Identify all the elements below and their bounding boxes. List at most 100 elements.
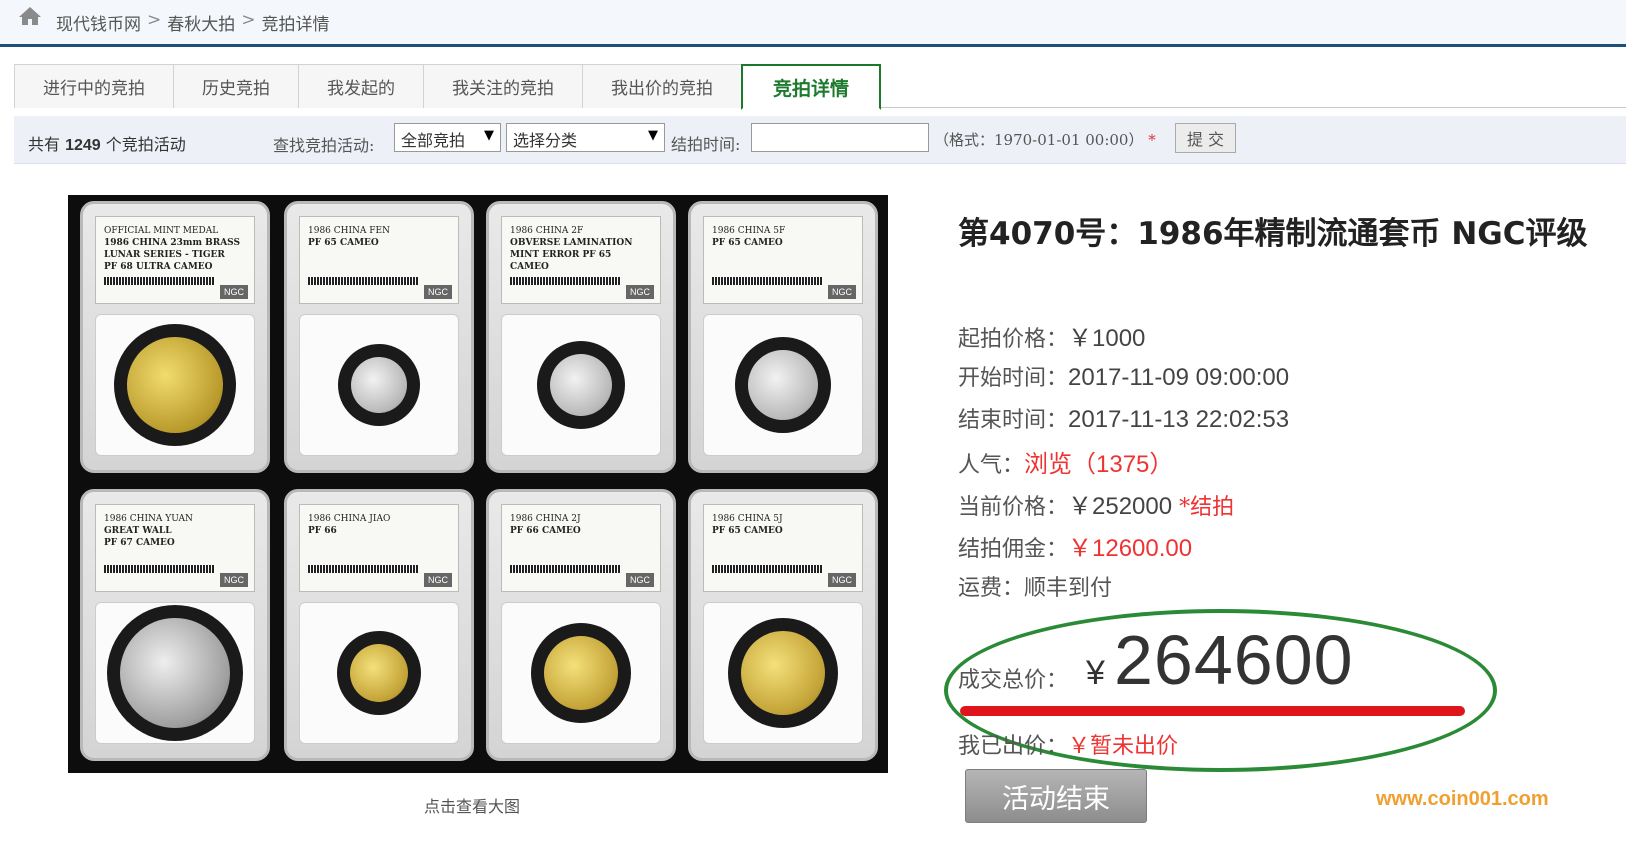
slab-label-line: PF 65 CAMEO bbox=[308, 238, 379, 248]
coin-image bbox=[350, 644, 408, 702]
my-bid-label: 我已出价： bbox=[958, 734, 1069, 759]
coin-well bbox=[703, 314, 863, 456]
ngc-logo: NGC bbox=[220, 285, 248, 299]
breadcrumb-bar: 现代钱币网 > 春秋大拍 > 竞拍详情 bbox=[0, 0, 1626, 47]
slab-label-line: 1986 CHINA JIAO bbox=[308, 514, 391, 524]
view-large-image-link[interactable]: 点击查看大图 bbox=[424, 793, 520, 817]
coin-well bbox=[95, 314, 255, 456]
auction-count: 共有 1249 个竞拍活动 bbox=[28, 131, 186, 155]
tab-watched[interactable]: 我关注的竞拍 bbox=[423, 64, 583, 108]
coin-well bbox=[501, 314, 661, 456]
coin-slab: 1986 CHINA 5F PF 65 CAMEO NGC bbox=[688, 201, 878, 473]
slab-label-line: PF 65 CAMEO bbox=[712, 526, 783, 536]
breadcrumb: 现代钱币网 > 春秋大拍 > 竞拍详情 bbox=[56, 10, 330, 35]
coin-well bbox=[501, 602, 661, 744]
commission-row: 结拍佣金：￥12600.00 bbox=[958, 528, 1192, 563]
coin-slab: 1986 CHINA JIAO PF 66 NGC bbox=[284, 489, 474, 761]
coin-image bbox=[120, 618, 230, 728]
breadcrumb-item-current: 竞拍详情 bbox=[261, 15, 330, 35]
breadcrumb-item-section[interactable]: 春秋大拍 bbox=[167, 10, 235, 35]
barcode-icon bbox=[712, 565, 822, 573]
tab-detail[interactable]: 竞拍详情 bbox=[741, 64, 882, 110]
ngc-logo: NGC bbox=[828, 285, 856, 299]
my-bid-value: ￥暂未出价 bbox=[1068, 734, 1179, 759]
slab-label-line: PF 65 CAMEO bbox=[712, 238, 783, 248]
auction-tabs: 进行中的竞拍 历史竞拍 我发起的 我关注的竞拍 我出价的竞拍 竞拍详情 bbox=[14, 64, 1626, 110]
coin-image bbox=[550, 354, 612, 416]
coin-slab: 1986 CHINA 2F OBVERSE LAMINATION MINT ERRO… bbox=[486, 201, 676, 473]
count-prefix: 共有 bbox=[28, 135, 61, 154]
find-label: 查找竞拍活动: bbox=[273, 136, 375, 155]
slab-label: 1986 CHINA YUAN GREAT WALL PF 67 CAMEO NGC bbox=[95, 504, 255, 592]
coin-slab: 1986 CHINA 2J PF 66 CAMEO NGC bbox=[486, 489, 676, 761]
slab-label-line: PF 67 CAMEO bbox=[104, 538, 175, 548]
end-time-label: 结拍时间: bbox=[671, 135, 741, 154]
slab-label-line: PF 66 CAMEO bbox=[510, 526, 581, 536]
end-time-row: 结束时间：2017-11-13 22:02:53 bbox=[958, 402, 1289, 434]
coin-well bbox=[703, 602, 863, 744]
ngc-logo: NGC bbox=[626, 573, 654, 587]
barcode-icon bbox=[308, 565, 418, 573]
count-value: 1249 bbox=[65, 137, 101, 154]
coin-well bbox=[299, 314, 459, 456]
coin-image bbox=[741, 631, 825, 715]
slab-label-line: OFFICIAL MINT MEDAL bbox=[104, 226, 219, 236]
tab-ongoing[interactable]: 进行中的竞拍 bbox=[14, 64, 174, 108]
ngc-logo: NGC bbox=[424, 573, 452, 587]
filter-bar: 共有 1249 个竞拍活动 查找竞拍活动: 全部竞拍 ▼ 选择分类 ▼ 结拍时间… bbox=[14, 116, 1626, 164]
breadcrumb-separator: > bbox=[147, 10, 162, 30]
tab-history[interactable]: 历史竞拍 bbox=[173, 64, 299, 108]
barcode-icon bbox=[104, 277, 214, 285]
dropdown-arrow-icon: ▼ bbox=[648, 128, 658, 143]
slab-label-line: LUNAR SERIES - TIGER bbox=[104, 250, 225, 260]
format-hint: （格式：1970-01-01 00:00） * bbox=[934, 129, 1156, 150]
coin-slab: OFFICIAL MINT MEDAL 1986 CHINA 23mm BRASS… bbox=[80, 201, 270, 473]
category-select[interactable]: 选择分类 ▼ bbox=[506, 123, 665, 152]
home-icon[interactable] bbox=[18, 6, 42, 26]
slab-label: 1986 CHINA JIAO PF 66 NGC bbox=[299, 504, 459, 592]
popularity-value: 浏览（1375） bbox=[1024, 451, 1174, 478]
count-suffix: 个竞拍活动 bbox=[105, 135, 186, 154]
slab-label-line: 1986 CHINA FEN bbox=[308, 226, 390, 236]
barcode-icon bbox=[308, 277, 418, 285]
slab-label-line: 1986 CHINA 2F bbox=[510, 226, 584, 236]
commission-label: 结拍佣金： bbox=[958, 537, 1069, 562]
slab-label: 1986 CHINA FEN PF 65 CAMEO NGC bbox=[299, 216, 459, 304]
coin-slab: 1986 CHINA YUAN GREAT WALL PF 67 CAMEO NGC bbox=[80, 489, 270, 761]
slab-label-line: MINT ERROR PF 65 CAMEO bbox=[510, 250, 612, 272]
breadcrumb-separator: > bbox=[241, 10, 256, 30]
breadcrumb-item-home[interactable]: 现代钱币网 bbox=[56, 10, 141, 35]
start-price-value: ￥1000 bbox=[1068, 325, 1146, 352]
barcode-icon bbox=[510, 277, 620, 285]
slab-label-line: PF 68 ULTRA CAMEO bbox=[104, 262, 213, 272]
current-price-value: ￥252000 bbox=[1068, 493, 1173, 520]
shipping-value: 顺丰到付 bbox=[1024, 576, 1113, 601]
shipping-label: 运费： bbox=[958, 576, 1025, 601]
site-watermark: www.coin001.com bbox=[1376, 788, 1549, 810]
coin-image bbox=[544, 636, 618, 710]
tab-my-started[interactable]: 我发起的 bbox=[298, 64, 424, 108]
popularity-label: 人气： bbox=[958, 453, 1025, 478]
start-price-row: 起拍价格：￥1000 bbox=[958, 318, 1145, 353]
start-price-label: 起拍价格： bbox=[958, 327, 1069, 352]
tab-my-bids[interactable]: 我出价的竞拍 bbox=[582, 64, 742, 108]
barcode-icon bbox=[712, 277, 822, 285]
auction-ended-button[interactable]: 活动结束 bbox=[965, 769, 1147, 823]
coin-image bbox=[351, 357, 407, 413]
end-time-input[interactable] bbox=[751, 123, 929, 152]
coin-well bbox=[299, 602, 459, 744]
auction-title: 第4070号：1986年精制流通套币 NGC评级 bbox=[958, 216, 1588, 252]
slab-label-line: 1986 CHINA 5F bbox=[712, 226, 786, 236]
coin-slab: 1986 CHINA 5J PF 65 CAMEO NGC bbox=[688, 489, 878, 761]
auction-type-select[interactable]: 全部竞拍 ▼ bbox=[394, 123, 501, 152]
ngc-logo: NGC bbox=[220, 573, 248, 587]
coin-image bbox=[748, 350, 818, 420]
category-value: 选择分类 bbox=[513, 131, 578, 150]
slab-label: 1986 CHINA 2J PF 66 CAMEO NGC bbox=[501, 504, 661, 592]
start-time-row: 开始时间：2017-11-09 09:00:00 bbox=[958, 360, 1289, 392]
auction-status: *结拍 bbox=[1179, 495, 1235, 520]
slab-label-line: 1986 CHINA YUAN bbox=[104, 514, 193, 524]
submit-button[interactable]: 提 交 bbox=[1175, 123, 1236, 153]
product-image[interactable]: OFFICIAL MINT MEDAL 1986 CHINA 23mm BRASS… bbox=[68, 195, 888, 773]
required-mark: * bbox=[1148, 131, 1156, 149]
